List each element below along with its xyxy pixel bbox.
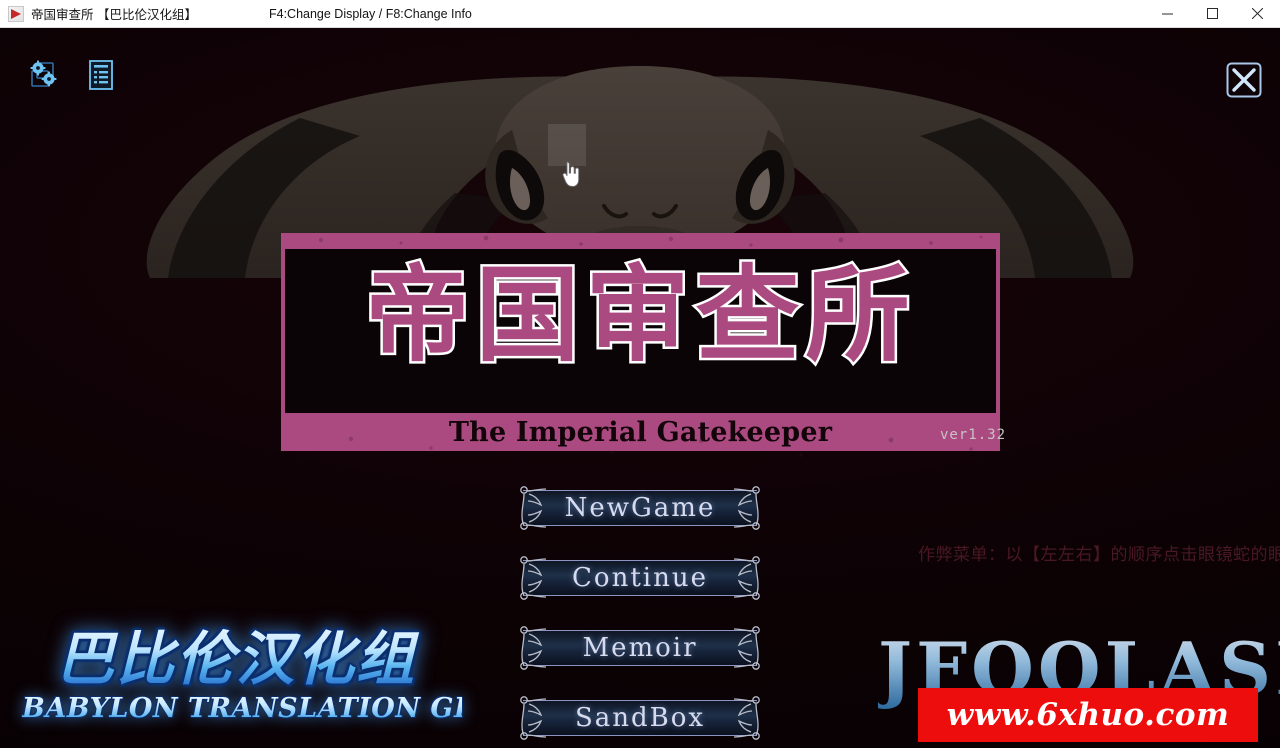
ornament-right-icon [733,626,760,670]
overlay-toolbar [28,58,118,92]
ornament-right-icon [733,486,760,530]
menu-button-memoir[interactable]: Memoir [515,625,765,671]
menu-button-label: SandBox [574,703,706,733]
maximize-icon [1207,8,1218,19]
site-watermark: JFOOLASH www.6xhuo.com [878,626,1280,748]
ornament-right-icon [733,556,760,600]
game-window: 帝国审查所 【巴比伦汉化组】 F4:Change Display / F8:Ch… [0,0,1280,748]
close-x-icon[interactable] [1226,62,1262,98]
game-stage: 帝国审查所 The Imperial Gatekeeper ver1.32 Ne… [0,28,1280,748]
window-title: 帝国审查所 【巴比伦汉化组】 [31,8,197,22]
close-icon [1252,8,1263,19]
minimize-icon [1162,13,1173,15]
menu-button-continue[interactable]: Continue [515,555,765,601]
ornament-left-icon [520,486,547,530]
gears-settings-icon[interactable] [28,58,62,92]
maximize-button[interactable] [1190,0,1235,27]
ornament-left-icon [520,556,547,600]
game-title-banner: 帝国审查所 The Imperial Gatekeeper [281,233,1000,457]
menu-button-label: NewGame [564,493,716,523]
translation-group-english: BABYLON TRANSLATION GROUP [22,693,546,724]
document-list-icon[interactable] [84,58,118,92]
ornament-left-icon [520,626,547,670]
ornament-right-icon [733,696,760,740]
minimize-button[interactable] [1145,0,1190,27]
window-titlebar: 帝国审查所 【巴比伦汉化组】 F4:Change Display / F8:Ch… [0,0,1280,28]
translation-group-chinese: 巴比伦汉化组 [22,626,462,692]
main-menu: NewGame Continue Memoir SandBox [515,485,765,748]
watermark-url-bar: www.6xhuo.com [918,688,1258,742]
cheat-menu-hint: 作弊菜单：以【左左右】的顺序点击眼镜蛇的眼睛 [918,545,1280,565]
watermark-url: www.6xhuo.com [946,697,1230,733]
version-label: ver1.32 [940,427,1007,443]
translation-group-logo: 巴比伦汉化组 BABYLON TRANSLATION GROUP [22,626,546,748]
game-title-english: The Imperial Gatekeeper [448,416,833,448]
menu-button-label: Continue [572,563,708,593]
game-title-subtitle-band: The Imperial Gatekeeper [281,413,1000,451]
app-icon [8,5,24,22]
close-window-button[interactable] [1235,0,1280,27]
game-title-chinese: 帝国审查所 [363,253,916,378]
menu-button-label: Memoir [582,633,698,663]
window-status-hint: F4:Change Display / F8:Change Info [268,6,472,21]
menu-button-sandbox[interactable]: SandBox [515,695,765,741]
menu-button-newgame[interactable]: NewGame [515,485,765,531]
